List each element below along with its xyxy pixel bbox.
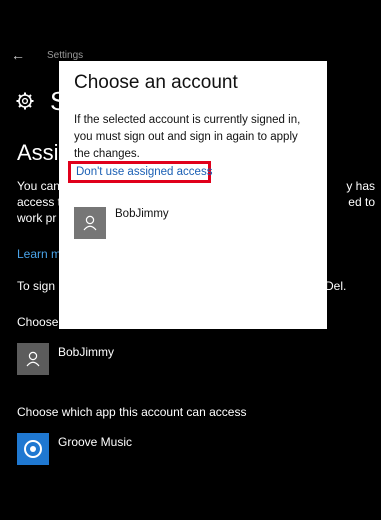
paragraph-line: access t (17, 195, 62, 209)
groove-music-icon (17, 433, 49, 465)
gear-icon (16, 92, 34, 110)
back-arrow-icon[interactable]: ← (11, 48, 25, 62)
dialog-account-name: BobJimmy (115, 208, 169, 220)
app-selector[interactable]: Groove Music (17, 433, 217, 465)
person-icon (74, 207, 106, 239)
learn-more-link[interactable]: Learn m (17, 247, 61, 261)
paragraph-line-right: ed to (348, 195, 375, 209)
paragraph-line: work pr (17, 211, 57, 225)
dont-use-assigned-access-link[interactable]: Don't use assigned access (76, 166, 212, 178)
account-selector[interactable]: BobJimmy (17, 343, 217, 375)
dialog-message-line: If the selected account is currently sig… (74, 114, 301, 126)
account-name: BobJimmy (58, 345, 115, 359)
app-name: Groove Music (58, 435, 133, 449)
app-access-label: Choose which app this account can access (17, 405, 247, 419)
sign-in-instruction: To sign (17, 279, 56, 293)
highlight-box: Don't use assigned access (68, 161, 212, 183)
dialog-message: If the selected account is currently sig… (74, 112, 320, 163)
person-icon (17, 343, 49, 375)
dialog-message-line: you must sign out and sign in again to a… (74, 131, 298, 143)
dialog-account-option[interactable]: BobJimmy (74, 207, 274, 239)
choose-account-dialog: Choose an account If the selected accoun… (59, 61, 327, 329)
paragraph-line: You can (17, 179, 60, 193)
paragraph-line-right: y has (346, 179, 375, 193)
dialog-title: Choose an account (74, 72, 238, 93)
app-title: Settings (47, 50, 84, 61)
sign-in-instruction-end: Del. (325, 279, 347, 293)
choose-account-label: Choose (17, 315, 59, 329)
